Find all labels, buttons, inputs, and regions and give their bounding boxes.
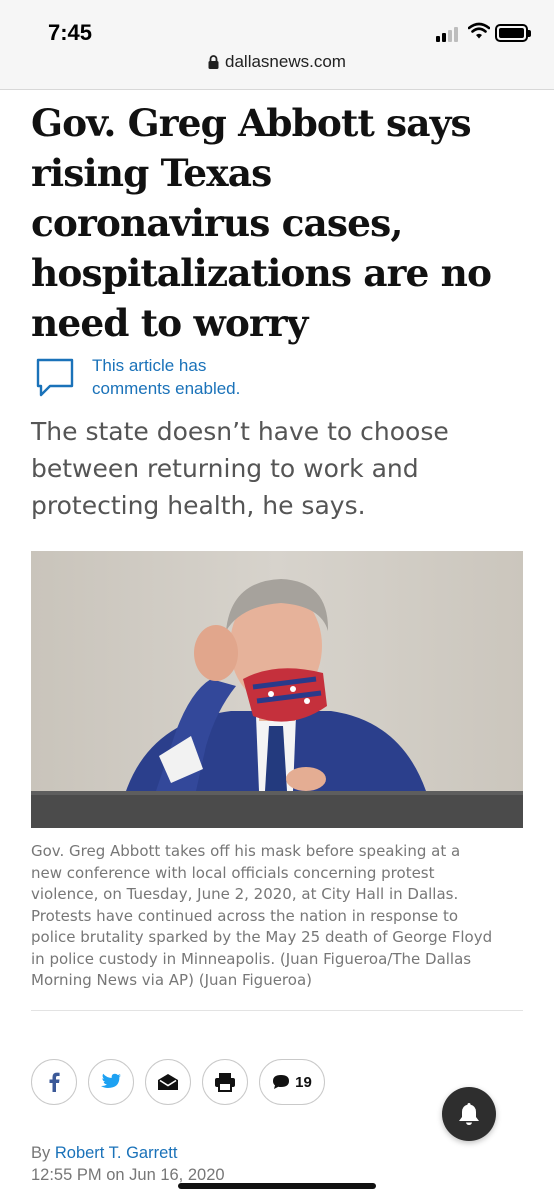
caption-line: Morning News via AP) (Juan Figueroa) (31, 971, 312, 989)
comments-enabled-link[interactable]: This article has comments enabled. (35, 354, 455, 402)
home-indicator[interactable] (178, 1183, 376, 1189)
facebook-share-button[interactable] (31, 1059, 77, 1105)
status-time: 7:45 (48, 20, 93, 45)
headline-line: need to worry (31, 301, 308, 345)
url-text: dallasnews.com (225, 52, 346, 71)
article-photo[interactable] (31, 551, 523, 828)
photo-illustration (31, 551, 523, 828)
comments-count-button[interactable]: 19 (259, 1059, 325, 1105)
battery-icon (495, 24, 531, 42)
lock-icon (208, 55, 219, 69)
headline-line: hospitalizations are no (31, 251, 492, 295)
byline: By Robert T. Garrett (31, 1144, 177, 1163)
caption-line: Protests have continued across the natio… (31, 906, 459, 925)
comment-count: 19 (295, 1073, 312, 1091)
comments-note-line: comments enabled. (92, 379, 241, 398)
caption-line: Gov. Greg Abbott takes off his mask befo… (31, 842, 461, 860)
wifi-icon (468, 22, 490, 39)
article-headline: Gov. Greg Abbott says rising Texas coron… (31, 98, 531, 348)
email-icon (158, 1074, 178, 1090)
print-icon (215, 1073, 235, 1092)
print-button[interactable] (202, 1059, 248, 1105)
caption-line: in police custody in Minneapolis. (Juan … (31, 949, 472, 968)
comment-bubble-icon (36, 358, 74, 397)
facebook-icon (49, 1072, 60, 1092)
comments-note-text: This article has comments enabled. (92, 354, 352, 400)
dek-line: between returning to work and (31, 454, 419, 483)
status-bar: 7:45 dallasnews.com (0, 0, 554, 90)
dek-line: The state doesn’t have to choose (31, 417, 449, 446)
address-bar[interactable]: dallasnews.com (0, 52, 554, 72)
headline-line: coronavirus cases, (31, 201, 403, 245)
caption-line: violence, on Tuesday, June 2, 2020, at C… (31, 885, 459, 903)
dek-line: protecting health, he says. (31, 491, 366, 520)
byline-prefix: By (31, 1144, 51, 1162)
comments-note-line: This article has (92, 356, 207, 375)
article-subheadline: The state doesn’t have to choose between… (31, 413, 531, 524)
caption-line: new conference with local officials conc… (31, 863, 435, 882)
photo-caption: Gov. Greg Abbott takes off his mask befo… (31, 841, 531, 992)
twitter-icon (101, 1073, 121, 1088)
divider (31, 1010, 523, 1011)
email-share-button[interactable] (145, 1059, 191, 1105)
notification-bell-button[interactable] (442, 1087, 496, 1141)
caption-line: police brutality sparked by the May 25 d… (31, 928, 493, 946)
comment-icon (273, 1075, 290, 1089)
twitter-share-button[interactable] (88, 1059, 134, 1105)
author-link[interactable]: Robert T. Garrett (55, 1144, 178, 1162)
signal-icon (436, 26, 462, 42)
headline-line: Gov. Greg Abbott says (31, 101, 472, 145)
bell-icon (459, 1103, 479, 1125)
headline-line: rising Texas (31, 151, 272, 195)
